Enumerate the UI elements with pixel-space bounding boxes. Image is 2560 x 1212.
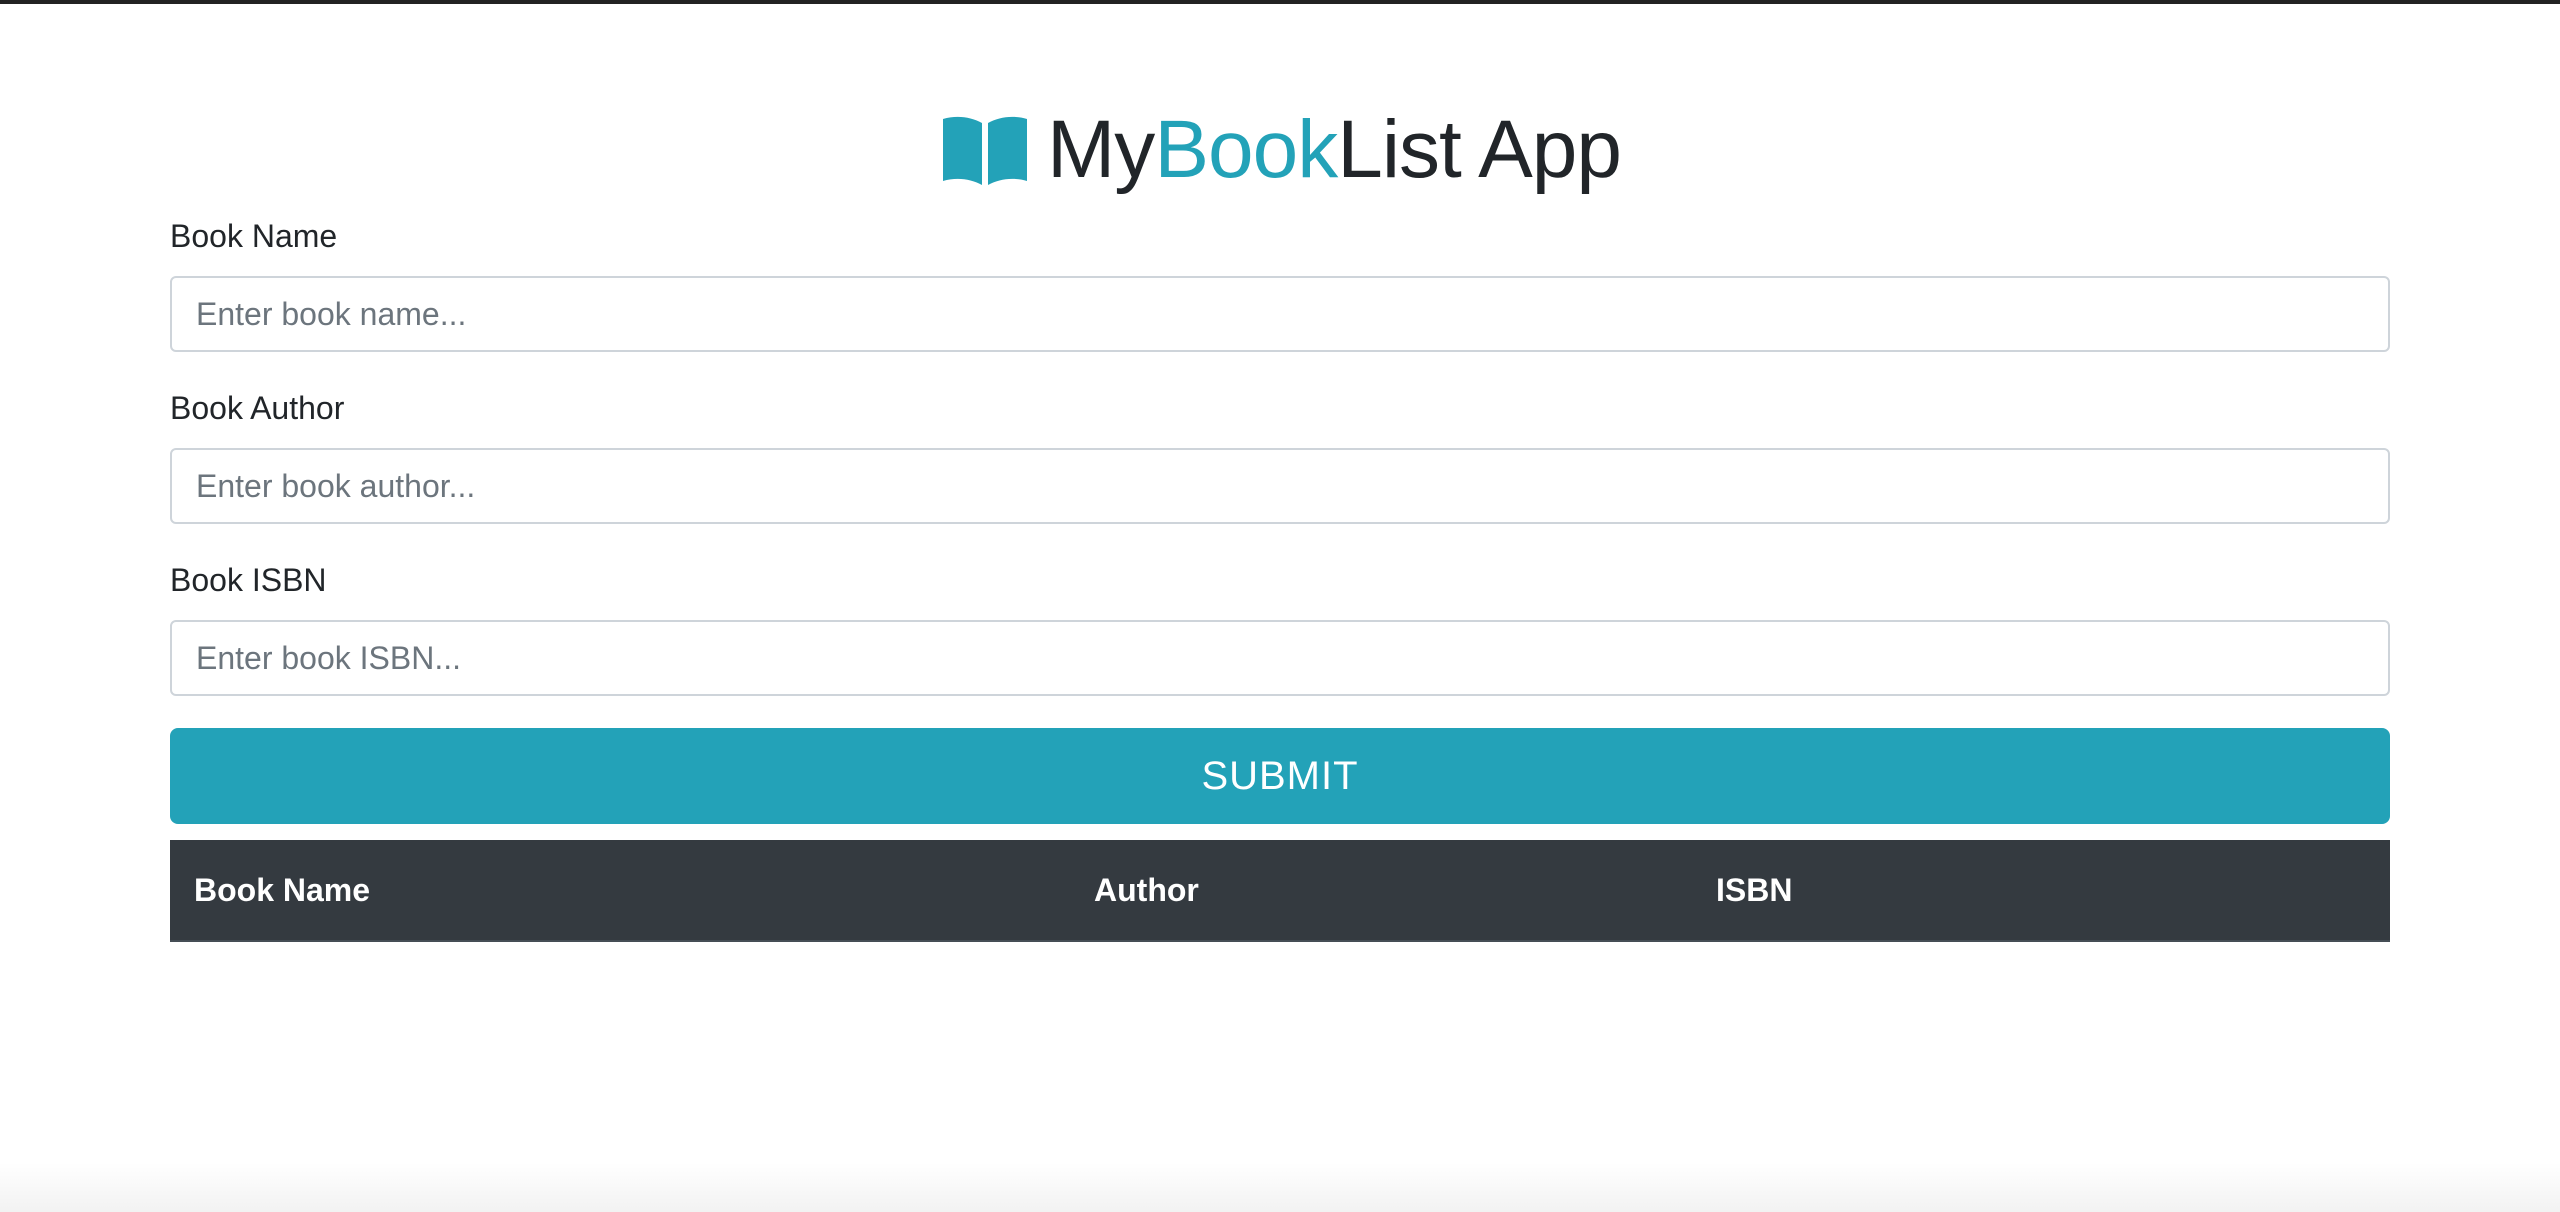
column-header-book-name: Book Name <box>170 840 1070 942</box>
column-header-author: Author <box>1070 840 1692 942</box>
open-book-icon <box>939 113 1031 187</box>
title-suffix: List App <box>1337 104 1622 195</box>
book-name-label: Book Name <box>170 218 338 254</box>
book-list-table: Book Name Author ISBN <box>170 840 2390 942</box>
window-bottom-shadow <box>0 1162 2560 1212</box>
column-header-isbn: ISBN <box>1692 840 2390 942</box>
title-prefix: My <box>1047 104 1155 195</box>
book-isbn-input[interactable] <box>170 620 2390 696</box>
book-author-label: Book Author <box>170 390 345 426</box>
page-title: MyBookList App <box>1047 109 1622 191</box>
window-top-border <box>0 0 2560 4</box>
book-isbn-label: Book ISBN <box>170 562 327 598</box>
book-name-input[interactable] <box>170 276 2390 352</box>
submit-button[interactable]: SUBMIT <box>170 728 2390 824</box>
book-author-input[interactable] <box>170 448 2390 524</box>
app-header: MyBookList App <box>170 98 2390 202</box>
table-header: Book Name Author ISBN <box>170 840 2390 942</box>
table-header-row: Book Name Author ISBN <box>170 840 2390 942</box>
title-accent: Book <box>1154 104 1338 195</box>
